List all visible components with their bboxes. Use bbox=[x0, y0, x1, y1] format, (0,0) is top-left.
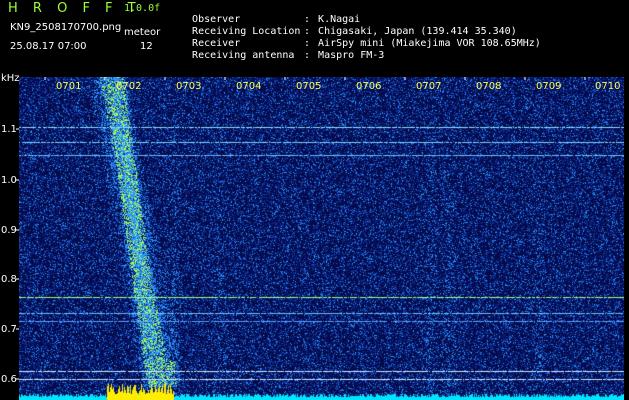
y-axis-unit: kHz bbox=[1, 73, 20, 84]
x-tick-label: 0707 bbox=[416, 81, 442, 92]
y-tick-label: 0.8 bbox=[1, 274, 17, 285]
x-tick-label: 0708 bbox=[476, 81, 502, 92]
y-tick-marks bbox=[16, 77, 586, 380]
x-tick-label: 0709 bbox=[536, 81, 562, 92]
x-tick-label: 0705 bbox=[296, 81, 322, 92]
y-tick-label: 0.7 bbox=[1, 324, 17, 335]
x-tick-label: 0703 bbox=[176, 81, 202, 92]
axis-overlay bbox=[16, 77, 586, 380]
x-tick-label: 0701 bbox=[56, 81, 82, 92]
y-tick-label: 0.6 bbox=[1, 374, 17, 385]
x-tick-label: 0702 bbox=[116, 81, 142, 92]
y-tick-label: 1.1 bbox=[1, 124, 17, 135]
x-tick-label: 0704 bbox=[236, 81, 262, 92]
y-tick-label: 1.0 bbox=[1, 175, 17, 186]
y-tick-label: 0.9 bbox=[1, 225, 17, 236]
x-tick-label: 0706 bbox=[356, 81, 382, 92]
x-tick-label: 0710 bbox=[595, 81, 621, 92]
